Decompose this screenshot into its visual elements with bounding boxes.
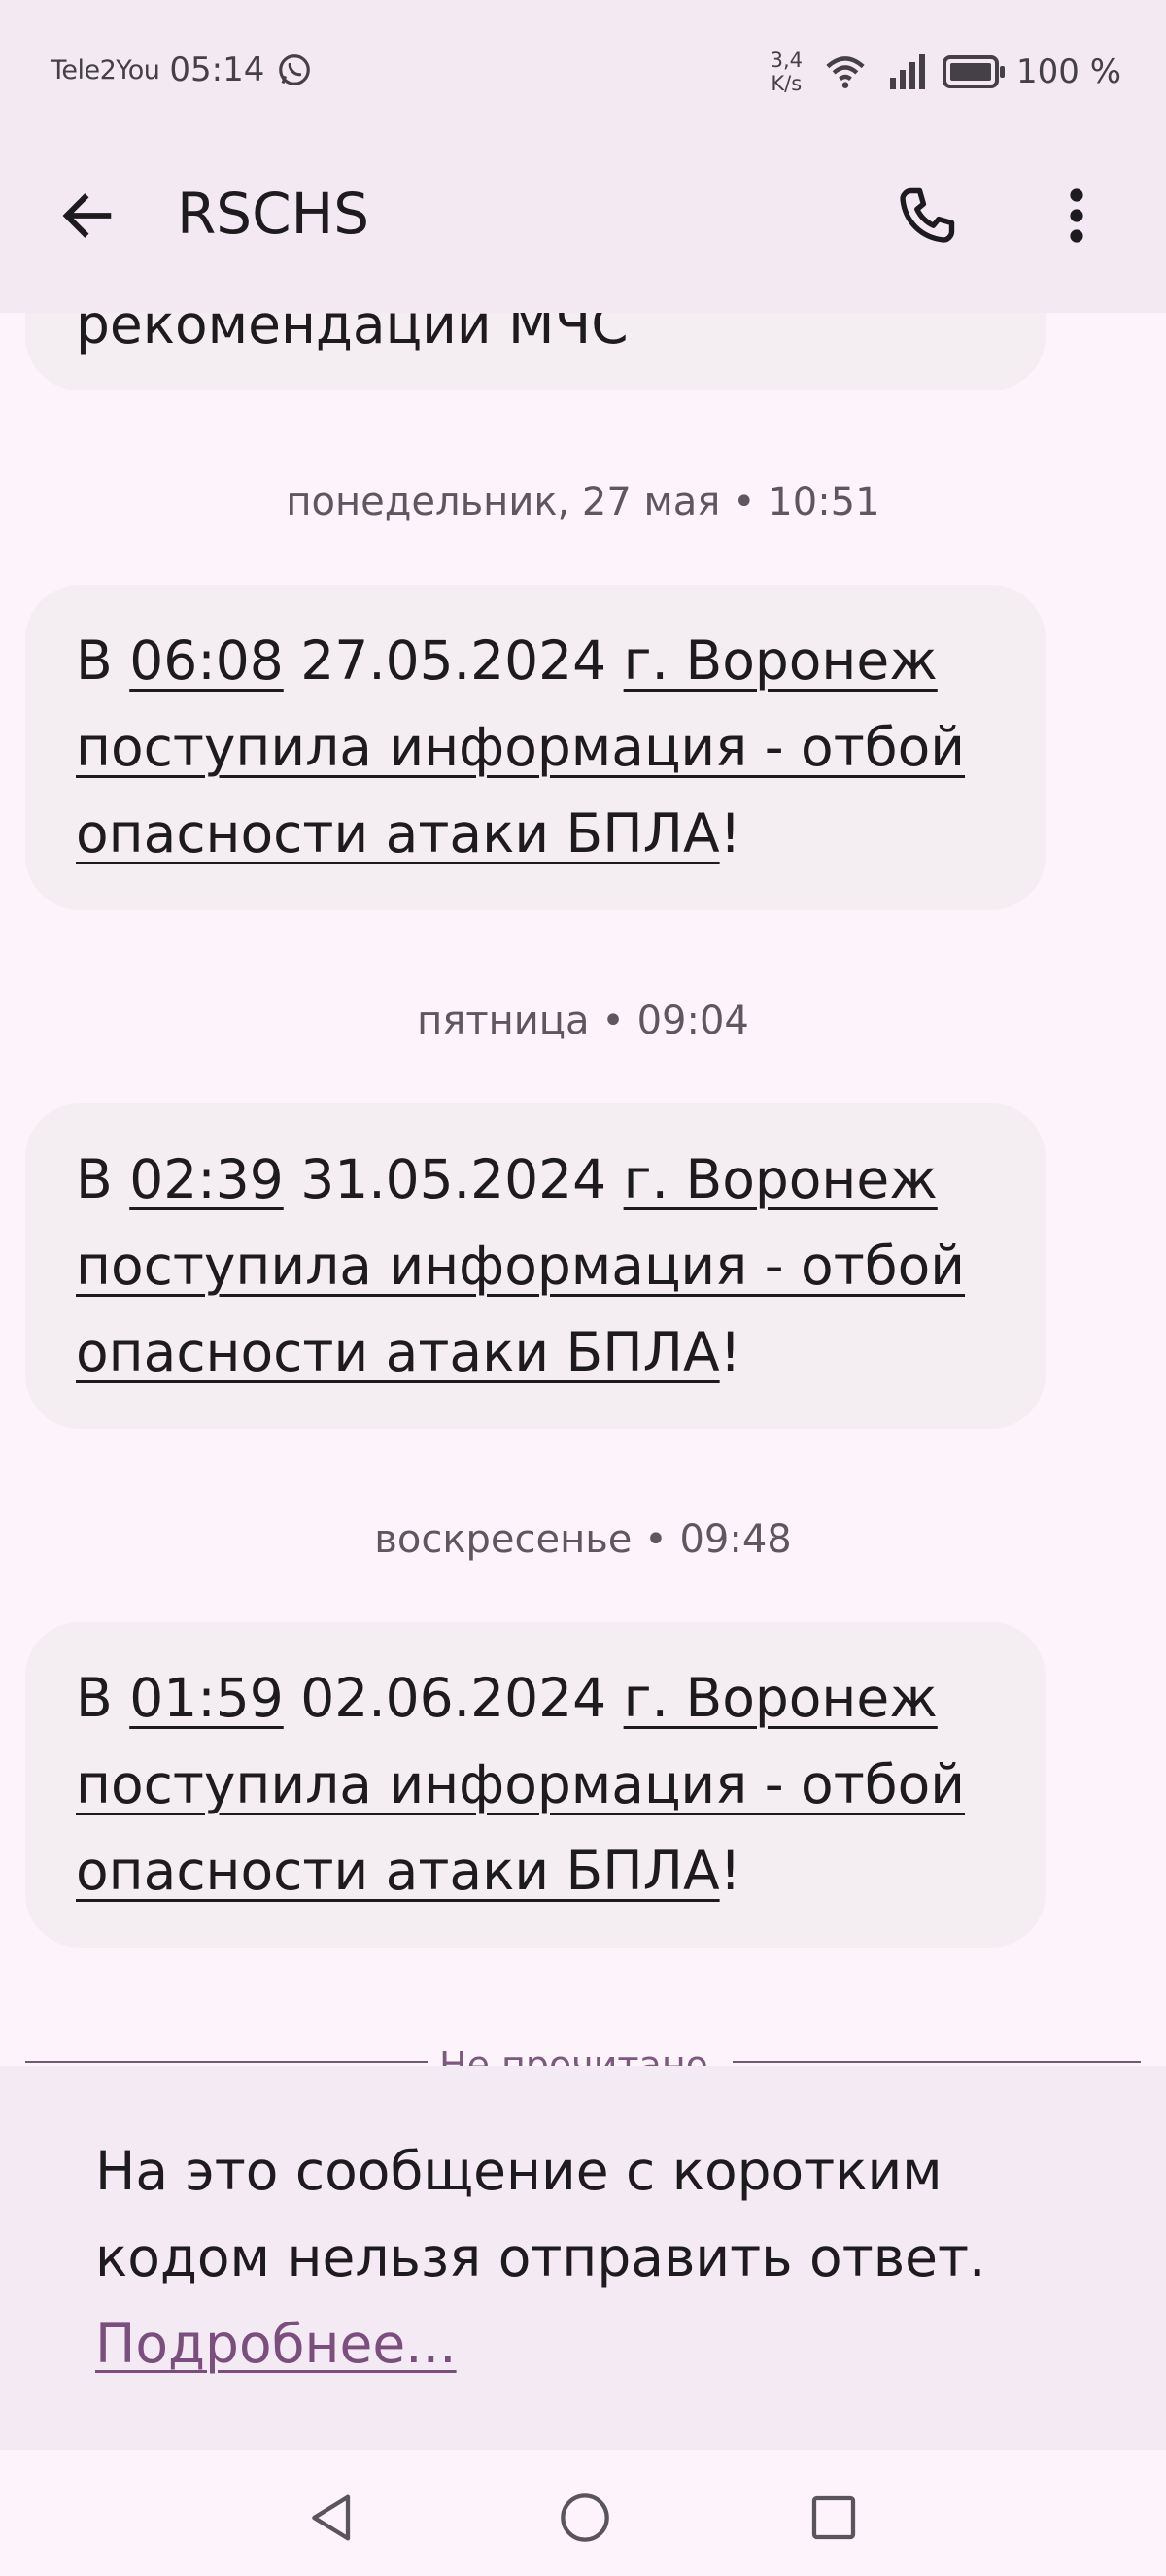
time-link[interactable]: 06:08 (129, 629, 284, 692)
message-text: рекомендации МЧС (76, 313, 629, 356)
time-link[interactable]: 01:59 (129, 1667, 284, 1729)
unread-label: Не прочитано (439, 2044, 708, 2067)
location-link[interactable]: опасности атаки БПЛА (76, 802, 720, 864)
location-link[interactable]: г. Воронеж (624, 629, 938, 692)
back-arrow-icon[interactable] (56, 185, 119, 247)
wifi-icon (826, 56, 865, 88)
network-speed-unit: K/s (771, 72, 803, 95)
nav-home-icon[interactable] (554, 2487, 616, 2549)
divider-line (733, 2061, 1141, 2063)
message-timestamp: понедельник, 27 мая • 10:51 (286, 480, 880, 525)
message-text: ! (719, 802, 741, 864)
notice-text: На это сообщение с коротким кодом нельзя… (95, 2140, 986, 2288)
message-text: ! (719, 1321, 741, 1383)
message-line: поступила информация - отбой (76, 1742, 995, 1828)
time-link[interactable]: 02:39 (129, 1148, 284, 1210)
message-line: поступила информация - отбой (76, 704, 995, 791)
message-timestamp: воскресенье • 09:48 (374, 1517, 792, 1562)
message-text: 31.05.2024 (300, 1148, 607, 1210)
message-text: 27.05.2024 (300, 629, 607, 692)
message-text: ! (719, 1840, 741, 1902)
message-text: В (76, 629, 113, 692)
whatsapp-icon (279, 54, 311, 85)
conversation-title: RSCHS (177, 181, 370, 247)
message-list[interactable]: рекомендации МЧС понедельник, 27 мая • 1… (0, 313, 1166, 2066)
message-text: 02.06.2024 (300, 1667, 607, 1729)
message-line: В 02:39 31.05.2024 г. Воронеж (76, 1136, 995, 1223)
reply-unavailable-notice: На это сообщение с коротким кодом нельзя… (0, 2066, 1166, 2450)
network-speed-value: 3,4 (770, 49, 803, 72)
message-line: опасности атаки БПЛА! (76, 1309, 995, 1396)
location-link[interactable]: опасности атаки БПЛА (76, 1321, 720, 1383)
more-options-icon[interactable] (1047, 181, 1106, 251)
location-link[interactable]: г. Воронеж (624, 1148, 938, 1210)
location-link[interactable]: опасности атаки БПЛА (76, 1840, 720, 1902)
clock: 05:14 (169, 51, 265, 89)
status-bar-left: Tele2You 05:14 (51, 51, 313, 89)
message-line: опасности атаки БПЛА! (76, 1828, 995, 1915)
message-text: В (76, 1667, 113, 1729)
system-navigation-bar (0, 2450, 1166, 2576)
status-bar-right: 3,4 K/s 100 % (771, 49, 1121, 95)
battery-icon (942, 55, 1005, 88)
nav-back-icon[interactable] (301, 2487, 363, 2549)
network-speed: 3,4 K/s (771, 49, 803, 95)
nav-recents-icon[interactable] (803, 2487, 865, 2549)
unread-divider: Не прочитано (25, 2044, 1141, 2067)
message-bubble[interactable]: рекомендации МЧС (25, 313, 1046, 390)
message-text: В (76, 1148, 113, 1210)
location-link[interactable]: поступила информация - отбой (76, 1235, 965, 1297)
status-bar: Tele2You 05:14 3,4 K/s 100 % (0, 0, 1166, 146)
location-link[interactable]: поступила информация - отбой (76, 716, 965, 778)
location-link[interactable]: поступила информация - отбой (76, 1753, 965, 1815)
message-timestamp: пятница • 09:04 (417, 999, 749, 1043)
message-line: В 06:08 27.05.2024 г. Воронеж (76, 618, 995, 704)
battery-percentage: 100 % (1015, 52, 1121, 91)
message-line: опасности атаки БПЛА! (76, 791, 995, 877)
message-line: В 01:59 02.06.2024 г. Воронеж (76, 1655, 995, 1742)
location-link[interactable]: г. Воронеж (624, 1667, 938, 1729)
phone-icon[interactable] (892, 181, 962, 251)
app-bar: RSCHS (0, 146, 1166, 313)
divider-line (25, 2061, 428, 2063)
learn-more-link[interactable]: Подробнее... (95, 2301, 457, 2388)
message-bubble[interactable]: В 01:59 02.06.2024 г. Воронеж поступила … (25, 1622, 1046, 1948)
message-bubble[interactable]: В 06:08 27.05.2024 г. Воронеж поступила … (25, 585, 1046, 910)
message-bubble[interactable]: В 02:39 31.05.2024 г. Воронеж поступила … (25, 1103, 1046, 1429)
message-line: поступила информация - отбой (76, 1223, 995, 1309)
signal-icon (889, 54, 925, 89)
carrier-name: Tele2You (51, 54, 160, 85)
